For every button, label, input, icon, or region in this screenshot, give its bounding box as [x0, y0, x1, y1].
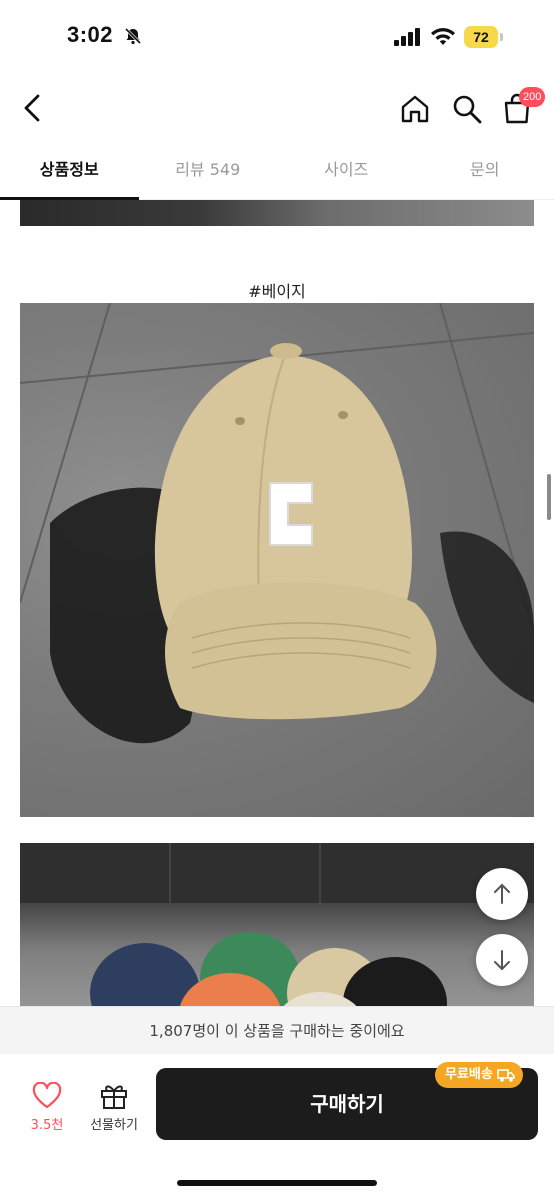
tab-reviews[interactable]: 리뷰 549: [139, 144, 278, 199]
bell-off-icon: [124, 27, 142, 45]
cap-lineup-illustration: [20, 843, 534, 1006]
free-shipping-tag: 무료배송: [435, 1062, 523, 1088]
arrow-down-icon: [494, 950, 510, 970]
gift-label: 선물하기: [90, 1118, 138, 1133]
product-photo-color-lineup: [20, 843, 534, 1006]
product-photo-previous: [20, 200, 534, 226]
heart-icon: [32, 1082, 62, 1109]
tab-size[interactable]: 사이즈: [277, 144, 416, 199]
search-icon[interactable]: [450, 92, 484, 126]
beige-cap-illustration: [20, 303, 534, 744]
app-header: [0, 74, 554, 144]
cellular-signal-icon: [394, 28, 420, 46]
battery-cap: [500, 33, 503, 41]
product-detail-content: #베이지: [0, 200, 554, 1006]
status-bar: 3:02 72: [0, 0, 554, 74]
purchase-bar: 3.5천 선물하기 구매하기 무료배송: [0, 1054, 554, 1200]
gift-icon: [101, 1085, 127, 1109]
status-time: 3:02: [67, 22, 114, 47]
scroll-to-top-button[interactable]: [476, 868, 528, 920]
gift-button[interactable]: 선물하기: [82, 1080, 146, 1136]
free-shipping-label: 무료배송: [445, 1067, 493, 1082]
arrow-up-icon: [494, 884, 510, 904]
cart-count-badge: 200: [519, 87, 546, 107]
battery-level: 72: [464, 26, 498, 48]
scroll-to-bottom-button[interactable]: [476, 934, 528, 986]
home-icon[interactable]: [398, 92, 432, 126]
tab-product-info[interactable]: 상품정보: [0, 144, 139, 200]
like-count: 3.5천: [30, 1118, 64, 1133]
home-indicator: [177, 1180, 377, 1186]
scrollbar-thumb[interactable]: [547, 474, 551, 520]
back-arrow-icon[interactable]: [18, 90, 48, 126]
wifi-icon: [431, 28, 455, 45]
product-tabs: 상품정보 리뷰 549 사이즈 문의: [0, 144, 554, 200]
color-caption: #베이지: [248, 282, 306, 301]
delivery-truck-icon: [497, 1069, 515, 1082]
battery-indicator: 72: [464, 26, 504, 48]
product-photo-beige-cap: [20, 303, 534, 817]
like-button[interactable]: 3.5천: [20, 1080, 74, 1136]
tab-inquiry[interactable]: 문의: [416, 144, 554, 199]
live-buyers-notice: 1,807명이 이 상품을 구매하는 중이에요: [0, 1006, 554, 1054]
